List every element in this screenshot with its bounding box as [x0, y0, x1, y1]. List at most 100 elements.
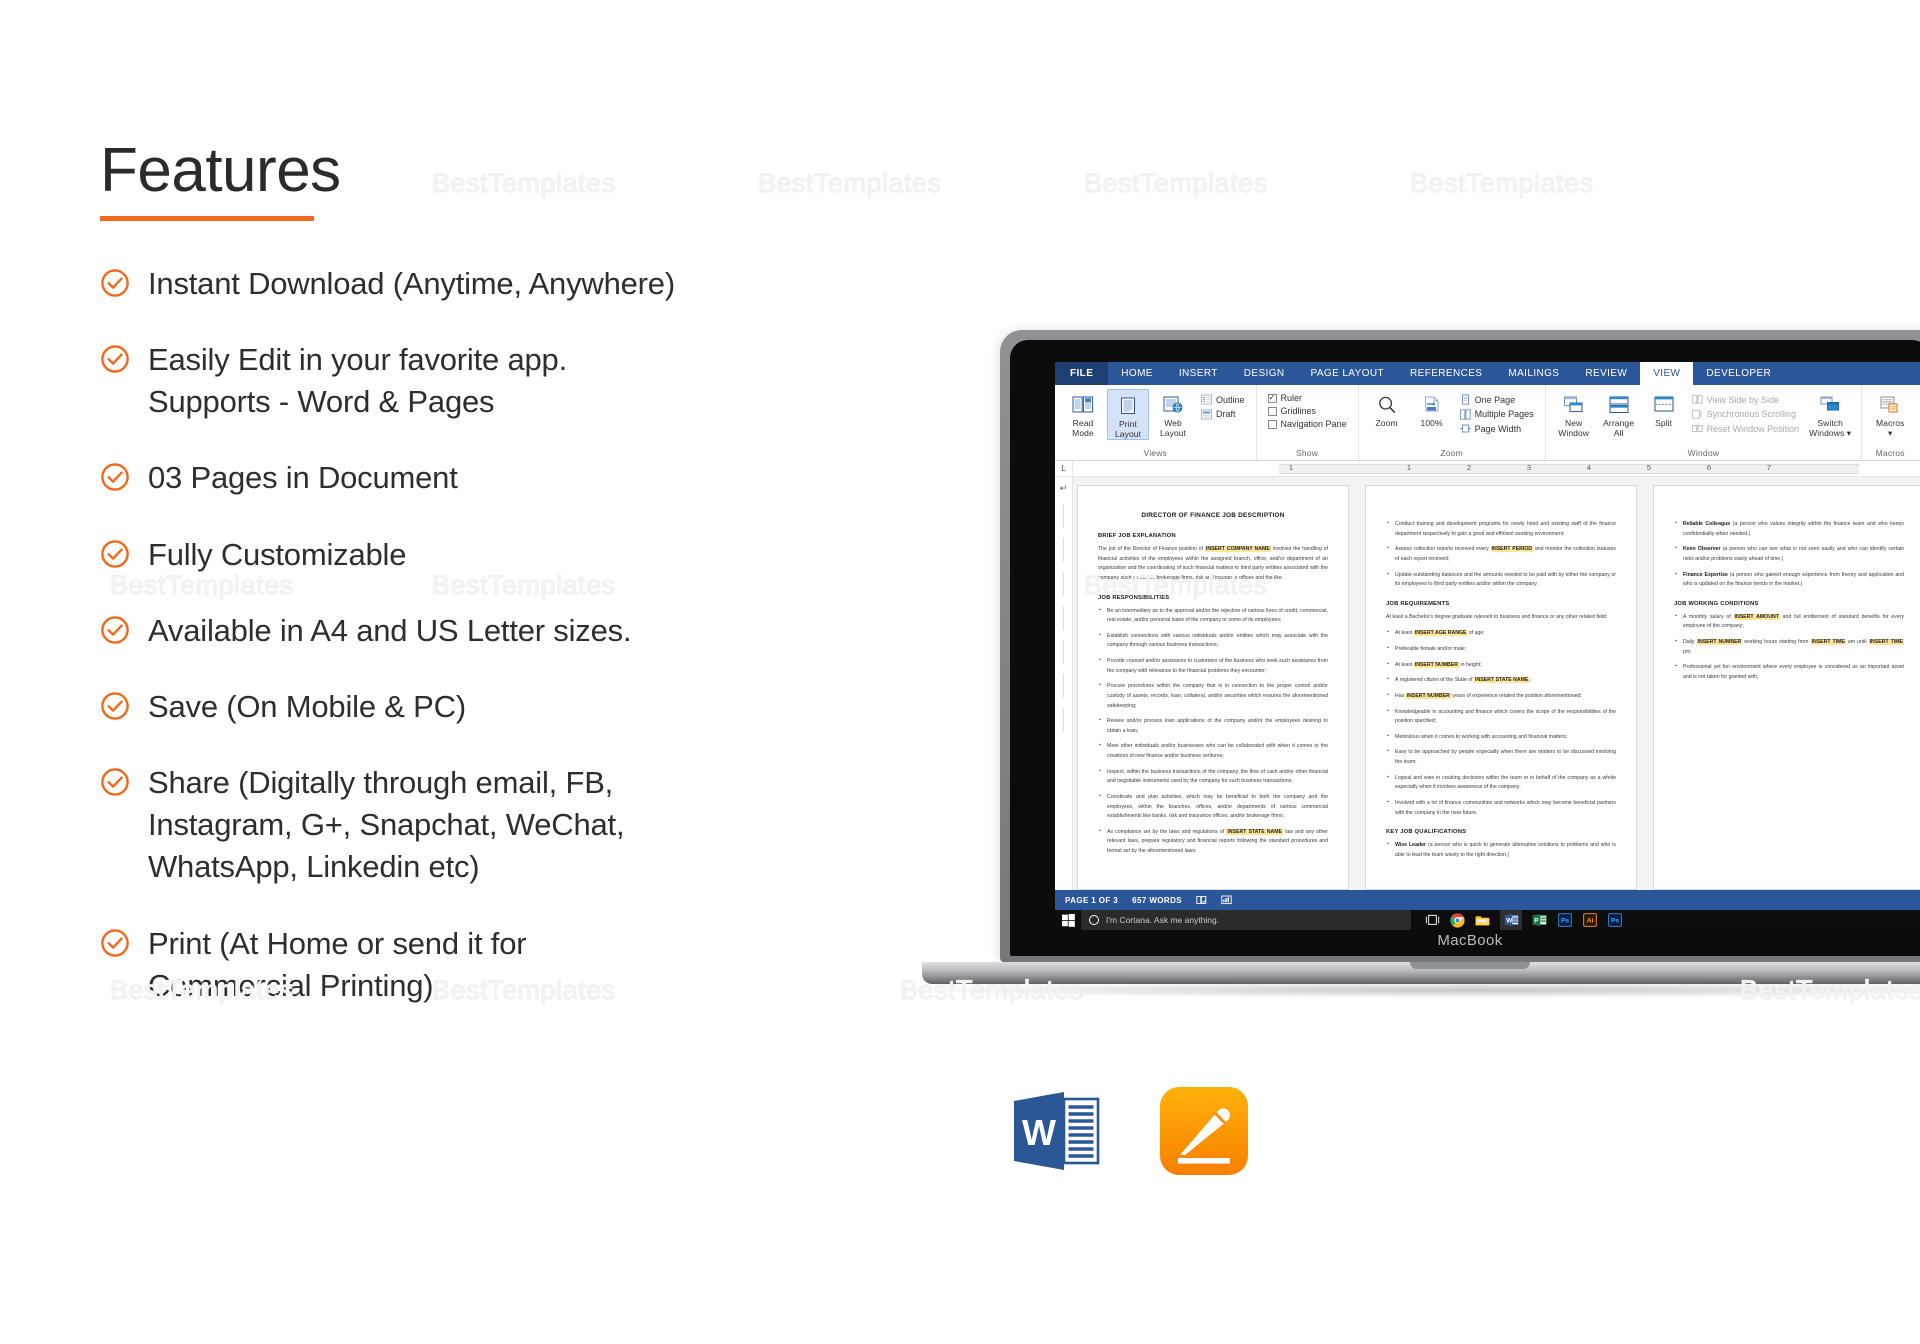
ruler-number: 7: [1766, 462, 1772, 472]
highlight-placeholder: INSERT AGE RANGE: [1413, 630, 1468, 637]
document-bullet: Review and/or process loan applications …: [1098, 716, 1328, 736]
task-view-icon[interactable]: [1425, 913, 1440, 928]
ruler-tick: [1063, 708, 1064, 732]
tab-view[interactable]: VIEW: [1640, 362, 1694, 385]
document-bullet: Meet other individuals and/or businesses…: [1098, 741, 1328, 761]
illustrator-icon[interactable]: Ai: [1582, 913, 1597, 928]
read-mode-button[interactable]: Read Mode: [1062, 389, 1104, 438]
apple-pages-icon: [1158, 1085, 1250, 1177]
zoom-100-icon: [1422, 391, 1442, 419]
zoom-button[interactable]: Zoom: [1366, 389, 1408, 429]
document-page-3: Reliable Colleague (a person who values …: [1653, 485, 1920, 890]
page-width-button[interactable]: Page Width: [1460, 423, 1534, 434]
start-button-icon[interactable]: [1055, 913, 1081, 927]
svg-text:Ps: Ps: [1610, 918, 1618, 925]
tab-references[interactable]: REFERENCES: [1397, 362, 1495, 385]
synchronous-scrolling-button[interactable]: Synchronous Scrolling: [1691, 409, 1800, 420]
ruler-number: 5: [1646, 462, 1652, 472]
navigation-pane-checkbox[interactable]: [1267, 419, 1277, 429]
split-button[interactable]: Split: [1643, 389, 1685, 429]
document-bullet: Finance Expertise (a person who gained e…: [1674, 569, 1904, 590]
document-bullet: Provide counsel and/or assistance to cus…: [1098, 656, 1328, 676]
ruler-checkbox[interactable]: ✓: [1267, 393, 1277, 403]
document-bullet: Assess collection reports received every…: [1386, 544, 1616, 564]
document-bullet: Involved with a lot of finance communiti…: [1386, 798, 1616, 818]
outline-view-button[interactable]: Outline: [1201, 394, 1245, 405]
tab-file[interactable]: FILE: [1055, 362, 1109, 385]
tab-review[interactable]: REVIEW: [1572, 362, 1640, 385]
navigation-pane-checkbox-row[interactable]: Navigation Pane: [1267, 419, 1347, 429]
print-layout-button[interactable]: Print Layout: [1107, 389, 1149, 441]
powerpoint-icon[interactable]: P: [1532, 913, 1547, 928]
document-canvas[interactable]: DIRECTOR OF FINANCE JOB DESCRIPTION BRIE…: [1055, 477, 1920, 890]
one-page-button[interactable]: One Page: [1460, 394, 1534, 405]
word-icon[interactable]: W: [1500, 910, 1522, 930]
tab-mailings[interactable]: MAILINGS: [1495, 362, 1572, 385]
switch-windows-button[interactable]: Switch Windows ▾: [1806, 389, 1854, 438]
view-side-by-side-label: View Side by Side: [1706, 394, 1780, 405]
photoshop-icon[interactable]: Ps: [1557, 913, 1572, 928]
document-heading: JOB REQUIREMENTS: [1386, 600, 1450, 607]
gridlines-label: Gridlines: [1280, 406, 1317, 416]
web-layout-button[interactable]: Web Layout: [1152, 389, 1194, 438]
document-bullet: Preferable female and/or male;: [1386, 644, 1616, 655]
chrome-icon[interactable]: [1450, 912, 1465, 928]
file-explorer-icon[interactable]: [1475, 913, 1490, 928]
document-bullet: Meticulous when it comes to working with…: [1386, 732, 1616, 743]
group-label-zoom: Zoom: [1440, 448, 1463, 458]
tab-insert[interactable]: INSERT: [1166, 362, 1231, 385]
document-bullet: Professional yet fun environment where e…: [1674, 662, 1904, 682]
list-item: Save (On Mobile & PC): [100, 686, 860, 728]
navigation-pane-label: Navigation Pane: [1280, 419, 1347, 429]
view-side-by-side-button[interactable]: View Side by Side: [1691, 394, 1800, 405]
photoshop-icon-2[interactable]: Ps: [1607, 913, 1622, 928]
outline-label: Outline: [1216, 394, 1245, 405]
draft-view-button[interactable]: Draft: [1201, 409, 1245, 420]
proofing-icon[interactable]: [1196, 895, 1207, 905]
tab-home[interactable]: HOME: [1108, 362, 1166, 385]
tab-page-layout[interactable]: PAGE LAYOUT: [1298, 362, 1398, 385]
arrange-all-button[interactable]: Arrange All: [1598, 389, 1640, 438]
multiple-pages-button[interactable]: Multiple Pages: [1459, 408, 1534, 420]
highlight-placeholder: INSERT AMOUNT: [1733, 613, 1780, 620]
web-layout-label-2: Layout: [1159, 427, 1187, 438]
page-title: Features: [100, 136, 341, 205]
tab-developer[interactable]: DEVELOPER: [1693, 362, 1784, 385]
reset-window-position-button[interactable]: Reset Window Position: [1691, 423, 1799, 434]
tab-stop-selector[interactable]: L: [1055, 460, 1073, 477]
bold-term: Finance Expertise: [1683, 571, 1728, 578]
ribbon-group-show: ✓ Ruler Gridlines Navigation Pane Show: [1257, 385, 1359, 460]
new-window-button[interactable]: New Window: [1553, 389, 1595, 438]
feature-list: Instant Download (Anytime, Anywhere) Eas…: [100, 263, 860, 1007]
group-label-window: Window: [1687, 448, 1720, 458]
new-window-icon: [1563, 391, 1585, 419]
switch-windows-icon: [1819, 391, 1841, 419]
cortana-icon: [1089, 915, 1099, 925]
gridlines-checkbox-row[interactable]: Gridlines: [1267, 406, 1347, 416]
read-mode-label-2: Mode: [1072, 427, 1094, 438]
document-bullet: Be an intermediary as to the approval an…: [1098, 605, 1328, 626]
zoom-100-button[interactable]: 100%: [1411, 389, 1453, 429]
ruler-number: 4: [1586, 462, 1592, 472]
bold-term: Wise Leader: [1395, 842, 1427, 849]
view-side-by-side-icon: [1691, 394, 1703, 405]
reading-stats-icon[interactable]: [1221, 895, 1232, 905]
cortana-search-box[interactable]: I'm Cortana. Ask me anything.: [1081, 910, 1411, 930]
ruler-tick: [1063, 674, 1064, 698]
word-status-bar: PAGE 1 OF 3 657 WORDS: [1055, 890, 1920, 910]
page-indicator[interactable]: PAGE 1 OF 3: [1065, 896, 1118, 905]
zoom-extra-options: One Page Multiple Pages Page Width: [1456, 389, 1538, 434]
ruler-checkbox-row[interactable]: ✓ Ruler: [1267, 393, 1347, 403]
gridlines-checkbox[interactable]: [1267, 406, 1277, 416]
word-count[interactable]: 657 WORDS: [1132, 896, 1182, 905]
list-item: Share (Digitally through email, FB, Inst…: [100, 762, 860, 888]
one-page-icon: [1460, 394, 1471, 405]
macros-label-2: ▾: [1887, 427, 1893, 438]
document-bullet: Has INSERT NUMBER years of experience re…: [1386, 691, 1616, 702]
tab-design[interactable]: DESIGN: [1231, 362, 1298, 385]
horizontal-ruler[interactable]: 1 1 2 3 4 5 6 7: [1079, 462, 1920, 474]
document-left-margin-bar: ↵: [1055, 477, 1073, 890]
document-page-1: DIRECTOR OF FINANCE JOB DESCRIPTION BRIE…: [1077, 485, 1349, 890]
cortana-placeholder: I'm Cortana. Ask me anything.: [1106, 915, 1220, 925]
macros-button[interactable]: Macros ▾: [1869, 389, 1911, 438]
